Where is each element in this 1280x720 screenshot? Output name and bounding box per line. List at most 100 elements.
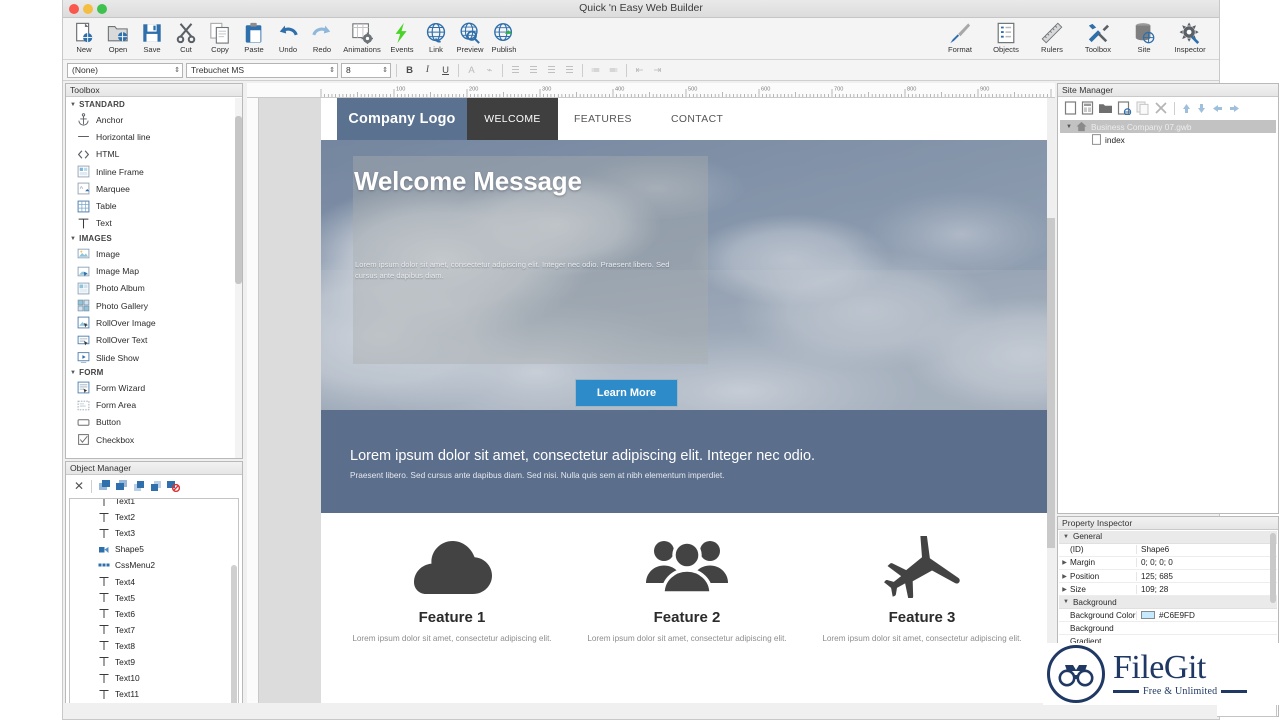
hero-section[interactable]: Welcome Message Lorem ipsum dolor sit am… — [321, 140, 1051, 410]
chevron-down-icon[interactable]: ▼ — [70, 236, 76, 242]
learn-more-button[interactable]: Learn More — [575, 379, 678, 407]
toolbar-button-open[interactable]: Open — [101, 20, 135, 54]
toolbox-item-table[interactable]: Table — [66, 197, 242, 214]
font-size-select[interactable]: 8 ⇕ — [341, 62, 391, 78]
toolbar-button-new[interactable]: New — [67, 20, 101, 54]
toolbox-group-form[interactable]: ▼ FORM — [66, 366, 242, 379]
toolbar-button-undo[interactable]: Undo — [271, 20, 305, 54]
toolbox-scrollbar[interactable] — [235, 98, 242, 458]
toolbox-item-image-map[interactable]: Image Map — [66, 262, 242, 279]
toolbox-group-images[interactable]: ▼ IMAGES — [66, 232, 242, 245]
toolbox-item-html[interactable]: HTML — [66, 146, 242, 163]
send-to-back-icon[interactable] — [116, 480, 128, 492]
hero-heading[interactable]: Welcome Message — [354, 166, 706, 197]
property-value-cell[interactable]: Shape6 — [1136, 545, 1277, 555]
nav-item-contact[interactable]: CONTACT — [671, 98, 723, 140]
toolbar-button-site[interactable]: Site — [1121, 20, 1167, 54]
property-row[interactable]: Background Color #C6E9FD — [1059, 609, 1277, 623]
move-up-icon[interactable] — [1181, 102, 1192, 115]
feature-card[interactable]: Feature 3 Lorem ipsum dolor sit amet, co… — [807, 520, 1037, 645]
property-row[interactable]: ▶ Size 109; 28 — [1059, 583, 1277, 597]
property-row[interactable]: ▶ Margin 0; 0; 0; 0 — [1059, 557, 1277, 570]
hide-object-icon[interactable] — [167, 480, 181, 492]
toolbar-button-inspector[interactable]: Inspector — [1167, 20, 1213, 54]
canvas-vertical-scrollbar-thumb[interactable] — [1047, 218, 1055, 548]
toolbar-button-preview[interactable]: Preview — [453, 20, 487, 54]
new-folder-icon[interactable] — [1098, 101, 1113, 115]
object-list-item[interactable]: Text7 — [70, 622, 230, 638]
site-manager-tree[interactable]: ▼ Business Company 07.gwb index — [1060, 120, 1276, 512]
toolbar-button-paste[interactable]: Paste — [237, 20, 271, 54]
text-color-icon[interactable]: A — [464, 63, 479, 78]
property-value-cell[interactable]: #C6E9FD — [1136, 610, 1277, 620]
callout-paragraph[interactable]: Praesent libero. Sed cursus ante dapibus… — [350, 470, 724, 480]
toolbar-button-copy[interactable]: Copy — [203, 20, 237, 54]
toolbox-item-rollover-text[interactable]: RollOver Text — [66, 332, 242, 349]
numbered-list-icon[interactable]: ≕ — [606, 63, 621, 78]
align-center-icon[interactable]: ☰ — [526, 63, 541, 78]
chevron-right-icon[interactable]: ▶ — [1059, 573, 1070, 580]
move-down-icon[interactable] — [1196, 102, 1207, 115]
canvas-vertical-scrollbar[interactable] — [1047, 98, 1055, 717]
property-row[interactable]: (ID) Shape6 — [1059, 544, 1277, 557]
toolbar-button-save[interactable]: Save — [135, 20, 169, 54]
new-template-icon[interactable] — [1081, 101, 1094, 115]
object-list-item[interactable]: Text6 — [70, 606, 230, 622]
canvas-viewport[interactable]: Company Logo WELCOME FEATURES CONTACT We… — [259, 98, 1055, 717]
property-value-cell[interactable]: 125; 685 — [1136, 571, 1277, 581]
color-swatch[interactable] — [1141, 611, 1155, 620]
object-list-item[interactable]: Shape5 — [70, 541, 230, 557]
bulleted-list-icon[interactable]: ≔ — [588, 63, 603, 78]
toolbox-item-marquee[interactable]: A Marquee — [66, 180, 242, 197]
feature-card[interactable]: Feature 1 Lorem ipsum dolor sit amet, co… — [337, 520, 567, 645]
paragraph-style-select[interactable]: (None) ⇕ — [67, 62, 183, 78]
toolbox-item-button[interactable]: Button — [66, 414, 242, 431]
property-section-background[interactable]: ▼ Background — [1059, 596, 1277, 609]
toolbox-item-anchor[interactable]: Anchor — [66, 111, 242, 128]
toolbox-item-text[interactable]: Text — [66, 215, 242, 232]
move-left-icon[interactable] — [1211, 102, 1224, 115]
nav-item-welcome[interactable]: WELCOME — [467, 98, 558, 140]
toolbar-button-objects[interactable]: Objects — [983, 20, 1029, 54]
font-family-select[interactable]: Trebuchet MS ⇕ — [186, 62, 338, 78]
highlight-color-icon[interactable]: ⌁ — [482, 63, 497, 78]
property-inspector-scrollbar-thumb[interactable] — [1270, 533, 1276, 603]
align-justify-icon[interactable]: ☰ — [562, 63, 577, 78]
toolbox-item-form-wizard[interactable]: Form Wizard — [66, 379, 242, 396]
toolbox-item-inline-frame[interactable]: Inline Frame — [66, 163, 242, 180]
move-right-icon[interactable] — [1228, 102, 1241, 115]
property-row[interactable]: ▶ Position 125; 685 — [1059, 570, 1277, 584]
chevron-right-icon[interactable]: ▶ — [1059, 559, 1070, 566]
company-logo[interactable]: Company Logo — [337, 98, 467, 140]
new-linked-page-icon[interactable] — [1117, 101, 1132, 115]
toolbar-button-link[interactable]: Link — [419, 20, 453, 54]
align-right-icon[interactable]: ☰ — [544, 63, 559, 78]
site-tree-item-index[interactable]: index — [1060, 133, 1276, 146]
align-left-icon[interactable]: ☰ — [508, 63, 523, 78]
toolbox-group-standard[interactable]: ▼ STANDARD — [66, 98, 242, 111]
toolbar-button-rulers[interactable]: Rulers — [1029, 20, 1075, 54]
property-row[interactable]: Background — [1059, 622, 1277, 636]
feature-card[interactable]: Feature 2 Lorem ipsum dolor sit amet, co… — [572, 520, 802, 645]
toolbar-button-animations[interactable]: Animations — [339, 20, 385, 54]
object-list-item[interactable]: Text3 — [70, 525, 230, 541]
chevron-down-icon[interactable]: ▼ — [70, 102, 76, 108]
property-value-cell[interactable]: 109; 28 — [1136, 584, 1277, 594]
object-list-item[interactable]: Text9 — [70, 654, 230, 670]
object-list-item[interactable]: CssMenu2 — [70, 557, 230, 573]
toolbox-item-checkbox[interactable]: Checkbox — [66, 431, 242, 448]
toolbar-button-publish[interactable]: Publish — [487, 20, 521, 54]
italic-button[interactable]: I — [420, 63, 435, 78]
toolbox-item-form-area[interactable]: Form Area — [66, 396, 242, 413]
callout-heading[interactable]: Lorem ipsum dolor sit amet, consectetur … — [350, 448, 815, 464]
object-manager-scrollbar-thumb[interactable] — [231, 565, 237, 713]
object-list-item[interactable]: Text2 — [70, 509, 230, 525]
toolbox-scrollbar-thumb[interactable] — [235, 116, 242, 284]
bold-button[interactable]: B — [402, 63, 417, 78]
toolbox-list[interactable]: ▼ STANDARD Anchor Horizontal line HTML Inline… — [66, 98, 242, 458]
toolbox-item-horizontal-line[interactable]: Horizontal line — [66, 128, 242, 145]
toolbar-button-events[interactable]: Events — [385, 20, 419, 54]
indent-icon[interactable]: ⇥ — [650, 63, 665, 78]
toolbar-button-cut[interactable]: Cut — [169, 20, 203, 54]
web-page-canvas[interactable]: Company Logo WELCOME FEATURES CONTACT We… — [321, 98, 1051, 717]
